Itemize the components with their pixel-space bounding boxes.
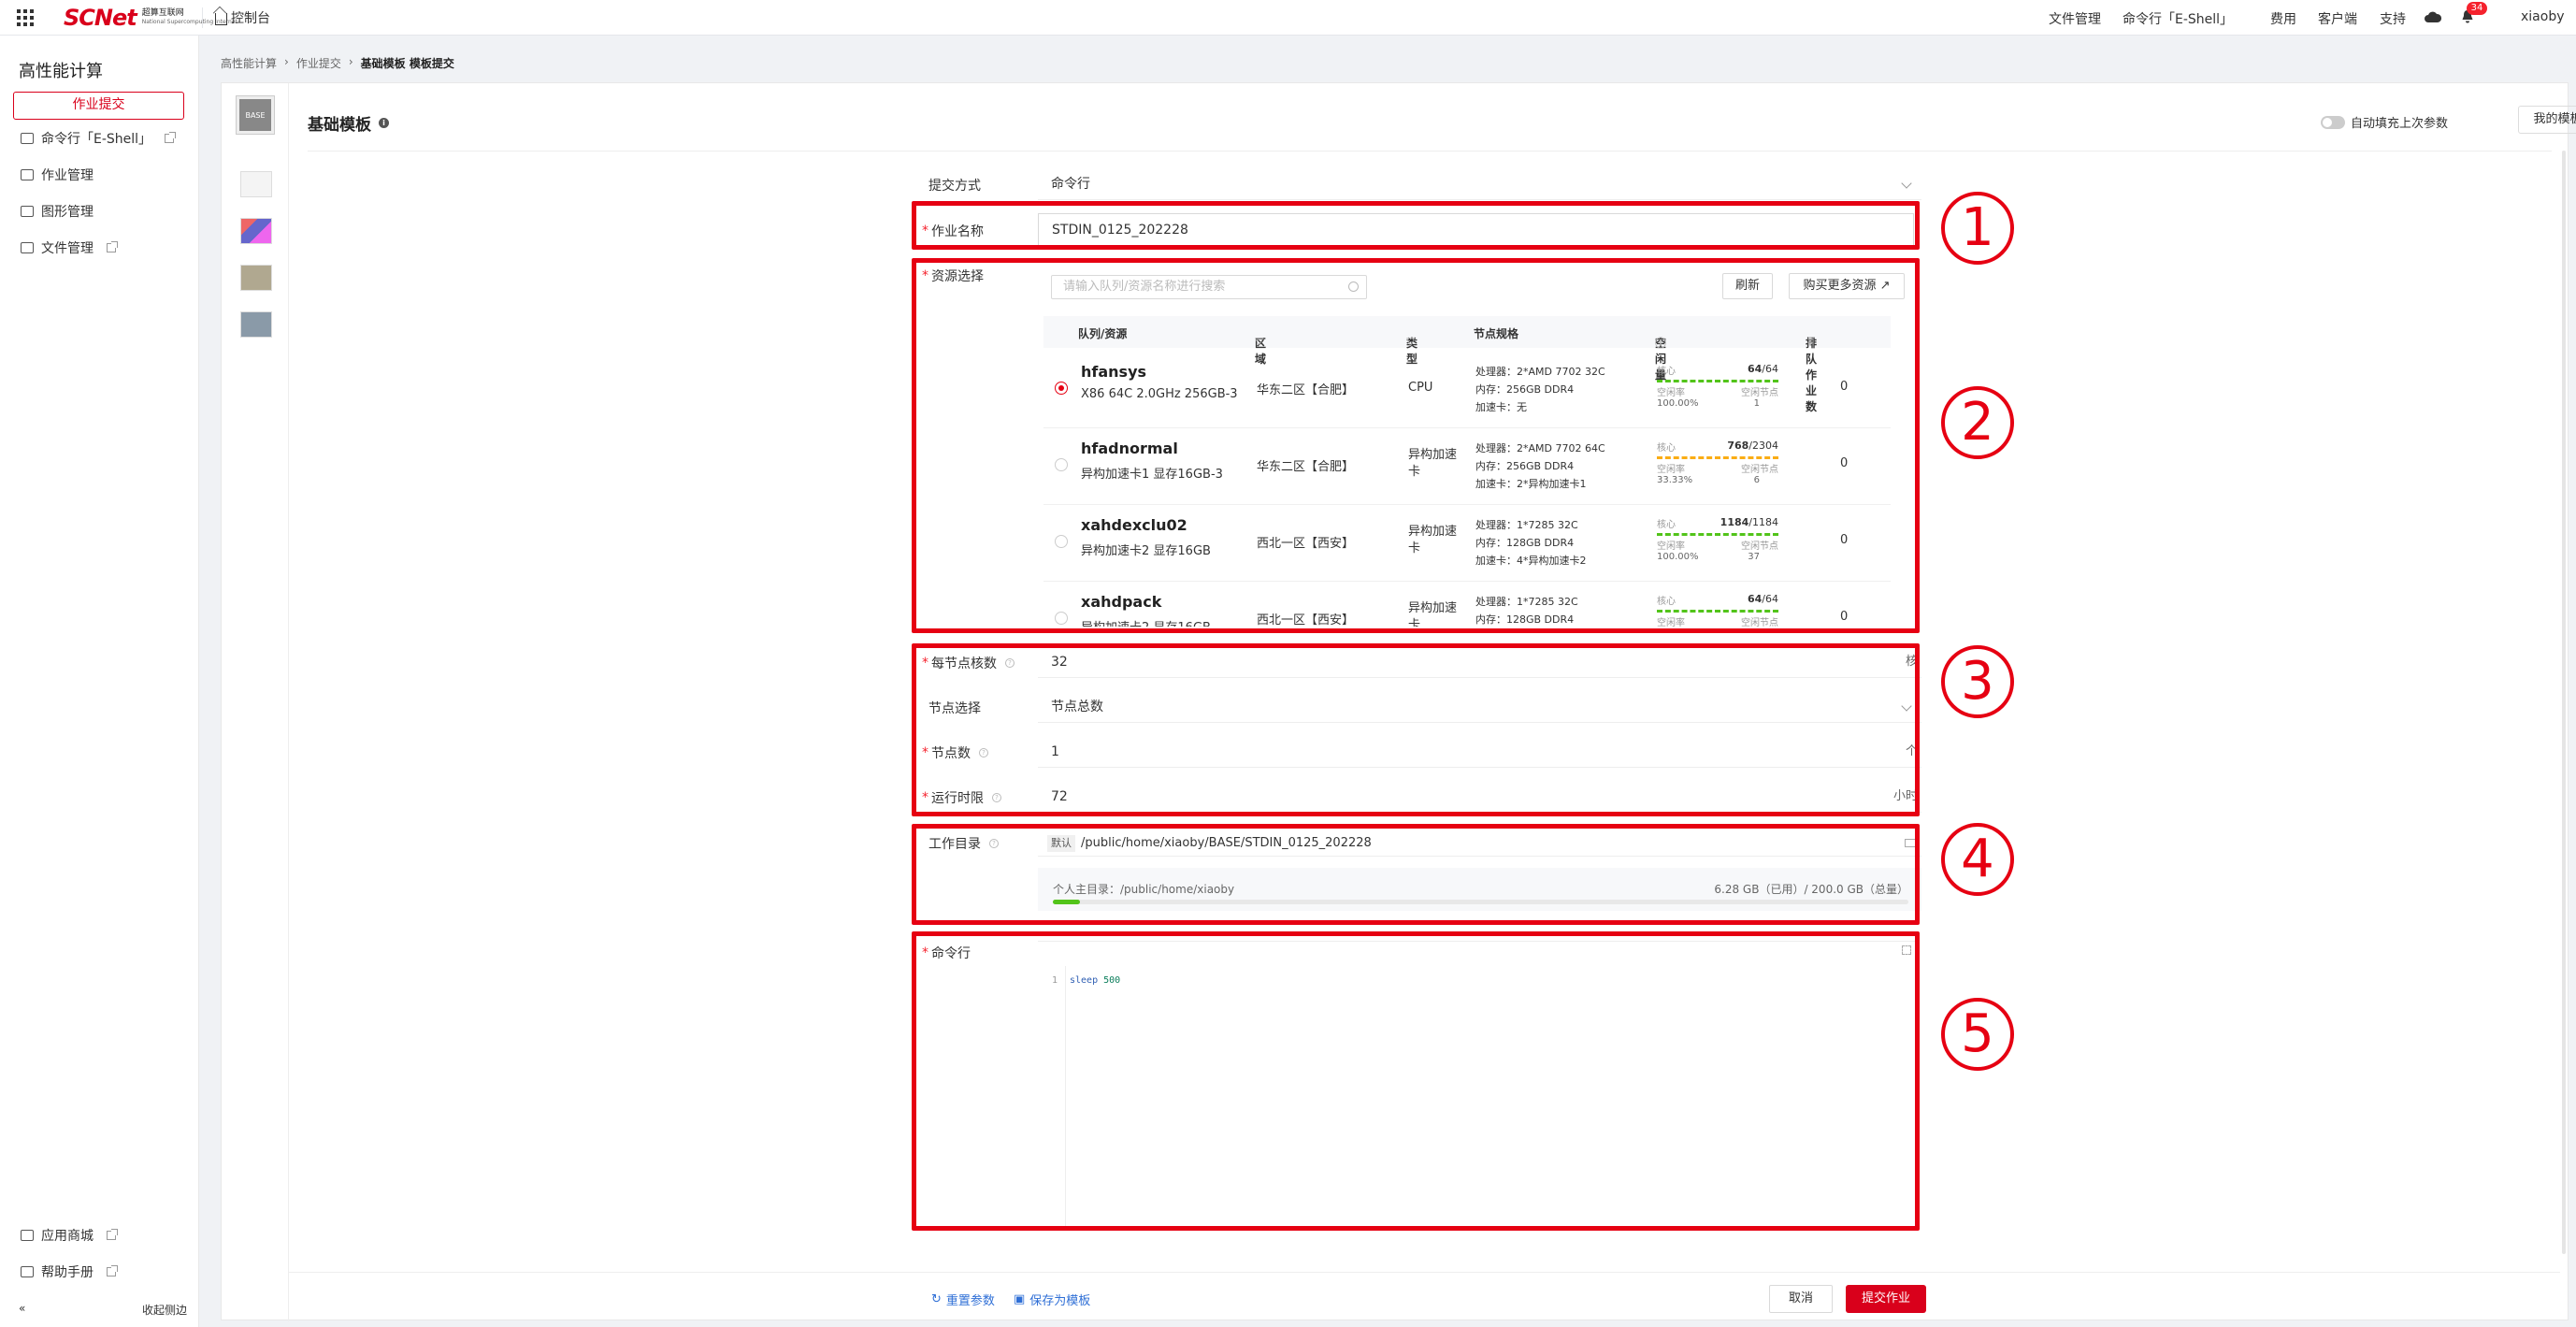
scrollbar[interactable]	[2562, 151, 2566, 1254]
app-grid-icon[interactable]	[17, 9, 34, 26]
external-link-icon	[107, 1229, 118, 1240]
collapse-sidebar[interactable]: « 收起侧边	[19, 1302, 187, 1318]
breadcrumb-sep: ›	[348, 55, 353, 68]
template-thumb-2[interactable]	[240, 171, 272, 197]
external-link-icon	[165, 132, 177, 143]
select-value: 命令行	[1051, 177, 1090, 192]
sidebar-item-label: 文件管理	[41, 241, 94, 256]
sidebar-item-job-manage[interactable]: 作业管理	[21, 166, 94, 184]
breadcrumb: 高性能计算 › 作业提交 › 基础模板 模板提交	[221, 55, 454, 71]
nav-file-manager[interactable]: 文件管理	[2049, 9, 2101, 28]
sidebar-item-eshell[interactable]: 命令行「E-Shell」	[21, 129, 177, 148]
sidebar-item-app-store[interactable]: 应用商城	[21, 1226, 118, 1245]
nav-support[interactable]: 支持	[2380, 9, 2406, 28]
annotation-box-5	[912, 931, 1920, 1231]
annotation-number-3: 3	[1941, 645, 2014, 718]
book-icon	[21, 1266, 34, 1277]
annotation-number-1: 1	[1941, 192, 2014, 265]
submit-job-button[interactable]: 提交作业	[1846, 1285, 1926, 1313]
annotation-box-1	[912, 201, 1920, 250]
annotation-box-2	[912, 258, 1920, 633]
sidebar-item-job-submit[interactable]: 作业提交	[13, 92, 184, 120]
reset-label: 重置参数	[945, 1294, 995, 1308]
list-icon	[21, 169, 34, 180]
divider	[202, 7, 203, 28]
external-link-icon	[107, 1265, 118, 1277]
refresh-icon: ↻	[931, 1292, 942, 1306]
page-title: 基础模板 i	[308, 111, 389, 135]
sidebar: 高性能计算 作业提交 命令行「E-Shell」 作业管理 图形管理 文件管理 应…	[0, 36, 199, 1327]
annotation-box-4	[912, 824, 1920, 925]
my-template-button[interactable]: 我的模板	[2518, 106, 2576, 134]
folder-icon	[21, 242, 34, 253]
cloud-icon[interactable]	[2425, 10, 2441, 23]
external-link-icon	[107, 241, 118, 252]
sidebar-item-label: 图形管理	[41, 205, 94, 220]
breadcrumb-hpc[interactable]: 高性能计算	[221, 55, 277, 71]
breadcrumb-job-submit[interactable]: 作业提交	[296, 55, 341, 71]
double-chevron-left-icon: «	[19, 1302, 26, 1315]
collapse-label: 收起侧边	[141, 1304, 187, 1317]
page-title-text: 基础模板	[308, 116, 371, 135]
label-text: 提交方式	[928, 179, 981, 194]
breadcrumb-sep: ›	[284, 55, 289, 68]
sidebar-item-label: 命令行「E-Shell」	[41, 132, 152, 147]
nav-billing[interactable]: 费用	[2270, 9, 2296, 28]
template-thumb-5[interactable]	[240, 311, 272, 338]
submit-mode-select[interactable]: 命令行	[1038, 168, 1921, 200]
top-bar: SCNet 超算互联网 National Supercomputing Inte…	[0, 0, 2576, 36]
save-icon: ▣	[1014, 1292, 1026, 1306]
notification-badge: 34	[2467, 2, 2487, 15]
logo-text: SCNet	[64, 5, 137, 31]
template-thumb-fluent[interactable]	[240, 265, 272, 291]
footer-bar	[288, 1272, 2560, 1320]
annotation-number-2: 2	[1941, 386, 2014, 459]
autofill-label: 自动填充上次参数	[2351, 117, 2449, 131]
console-link[interactable]: 控制台	[215, 8, 270, 27]
sidebar-item-graphic-manage[interactable]: 图形管理	[21, 202, 94, 221]
scnet-logo[interactable]: SCNet 超算互联网 National Supercomputing Inte…	[64, 5, 237, 31]
annotation-box-3	[912, 643, 1920, 816]
toggle-switch[interactable]	[2321, 115, 2345, 129]
template-thumb-3[interactable]	[240, 218, 272, 244]
nav-client[interactable]: 客户端	[2318, 9, 2357, 28]
breadcrumb-current: 基础模板 模板提交	[360, 57, 454, 70]
console-label: 控制台	[231, 11, 270, 26]
terminal-icon	[21, 133, 34, 144]
sidebar-item-label: 帮助手册	[41, 1265, 94, 1280]
sidebar-title: 高性能计算	[19, 62, 103, 81]
sidebar-item-file-manage[interactable]: 文件管理	[21, 238, 118, 257]
info-icon[interactable]: i	[379, 118, 389, 128]
reset-params-button[interactable]: ↻ 重置参数	[931, 1291, 995, 1308]
sidebar-item-label: 应用商城	[41, 1229, 94, 1244]
user-menu[interactable]: xiaoby	[2521, 9, 2565, 24]
annotation-number-4: 4	[1941, 823, 2014, 896]
home-icon	[215, 13, 227, 25]
cancel-button[interactable]: 取消	[1769, 1285, 1833, 1313]
monitor-icon	[21, 206, 34, 217]
store-icon	[21, 1230, 34, 1241]
template-thumbnails: BASE	[222, 83, 289, 1321]
autofill-toggle[interactable]: 自动填充上次参数	[2321, 113, 2448, 131]
save-template-label: 保存为模板	[1029, 1294, 1091, 1308]
nav-eshell[interactable]: 命令行「E-Shell」	[2123, 9, 2233, 28]
sidebar-item-label: 作业管理	[41, 168, 94, 183]
sidebar-item-help[interactable]: 帮助手册	[21, 1262, 118, 1281]
chevron-down-icon	[1901, 178, 1912, 189]
submit-mode-label: 提交方式	[928, 176, 981, 195]
template-thumb-base[interactable]: BASE	[237, 96, 274, 134]
save-template-button[interactable]: ▣ 保存为模板	[1014, 1291, 1090, 1308]
annotation-number-5: 5	[1941, 998, 2014, 1071]
